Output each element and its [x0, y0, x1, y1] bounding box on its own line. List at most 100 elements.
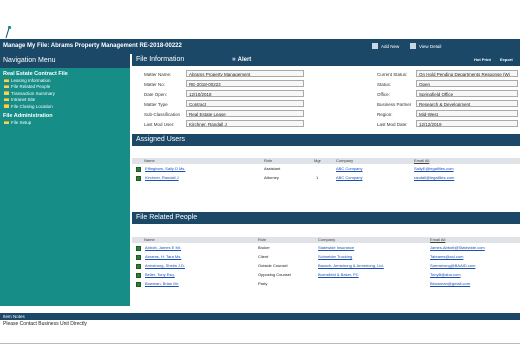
table-row[interactable]: Abbott, James E Mr. Broker Statewide Ins… — [132, 244, 520, 252]
file-information-header: File Information ■ Alert Hot Print Export — [132, 54, 520, 66]
user-mgr: 1 — [316, 175, 319, 180]
view-detail-button[interactable]: View Detail — [410, 39, 441, 54]
person-role: Outside Counsel — [258, 263, 288, 268]
table-row[interactable]: Beller, Tony Esq. Opposing Counsel Burns… — [132, 271, 520, 279]
sub-classification-field[interactable]: Real Estate Lease — [186, 110, 304, 117]
email-link[interactable]: SallyE@legalfiles.com — [414, 165, 454, 173]
matter-type-field[interactable]: Contract — [186, 100, 304, 107]
company-link[interactable]: ABC Company — [336, 174, 362, 182]
field-label: Current Status: — [377, 72, 408, 77]
company-link[interactable]: ABC Company — [336, 165, 362, 173]
company-link[interactable]: Schneider Trucking — [318, 253, 352, 261]
folder-icon — [4, 104, 9, 108]
last-mod-date-field[interactable]: 12/12/2019 — [416, 120, 518, 127]
email-all-link[interactable]: Email All — [430, 237, 445, 243]
row-select-icon[interactable] — [136, 281, 141, 287]
nav-item-label: Transaction Summary — [11, 90, 55, 96]
nav-item-file-setup[interactable]: File Setup — [0, 120, 130, 126]
last-mod-user-field[interactable]: Kirchner, Randall J — [186, 120, 304, 127]
company-link[interactable]: Burnsfield & Baker, PC — [318, 271, 359, 279]
email-link[interactable]: Bbowman@gmail.com — [430, 280, 470, 288]
region-field[interactable]: Mid-West — [416, 110, 518, 117]
row-select-icon[interactable] — [136, 254, 141, 260]
matter-no-field[interactable]: RE-2018-00222 — [186, 80, 304, 87]
row-select-icon[interactable] — [136, 245, 141, 251]
field-label: Date Open: — [144, 92, 168, 97]
folder-icon — [4, 84, 9, 89]
add-new-button[interactable]: Add New — [372, 39, 399, 54]
nav-header: Navigation Menu — [0, 54, 130, 68]
person-role: Opposing Counsel — [258, 272, 291, 277]
company-link[interactable]: Statewide Insurance — [318, 244, 354, 252]
field-label: Office: — [377, 92, 390, 97]
print-button[interactable]: Hot Print — [474, 54, 491, 66]
business-partner-field[interactable]: Research & Development — [416, 100, 518, 107]
table-row[interactable]: Bowman, Brian Mr. Party Bbowman@gmail.co… — [132, 280, 520, 288]
person-role: Broker — [258, 245, 270, 250]
row-select-icon[interactable] — [136, 272, 141, 278]
field-label: Matter Type — [144, 102, 168, 107]
column-header-name: Name — [144, 158, 155, 163]
email-link[interactable]: Sarmstrong@BAAID.com — [430, 262, 475, 270]
person-role: Party — [258, 281, 268, 286]
email-link[interactable]: James.Abbott@Statewide.com — [430, 244, 485, 252]
nav-item-label: File Closing Location — [11, 103, 53, 109]
current-status-field[interactable]: On Hold Pending Departments Response (Wi — [416, 70, 518, 77]
user-role: Attorney — [264, 175, 279, 180]
email-link[interactable]: Tabrams@aol.com — [430, 253, 463, 261]
row-select-icon[interactable] — [136, 263, 141, 269]
item-notes-text: Please Contact Business Unit Directly — [3, 321, 87, 327]
column-header-company: Company — [336, 158, 354, 163]
row-select-icon[interactable] — [136, 166, 141, 172]
field-label: Last Mod Date: — [377, 122, 408, 127]
view-icon — [410, 43, 416, 49]
nav-item-label: Intranet Site — [11, 97, 36, 103]
item-notes-header: Item Notes — [0, 313, 520, 320]
table-row[interactable]: Armstrong, Sheila J.D. Outside Counsel B… — [132, 262, 520, 270]
related-people-column-header: Name Role Company Email All — [132, 237, 520, 243]
person-name-link[interactable]: Beller, Tony Esq. — [145, 271, 175, 279]
nav-section-title: File Administration — [3, 113, 53, 120]
email-all-link[interactable]: Email All — [414, 158, 429, 164]
user-name-link[interactable]: Kirchner, Randall J — [145, 174, 179, 182]
column-header-role: Role — [264, 158, 273, 163]
company-link[interactable]: Bausch, Armstrong & Armstrong, Ltd. — [318, 262, 384, 270]
add-new-label: Add New — [381, 44, 400, 49]
field-label: Region: — [377, 112, 393, 117]
person-role: Client — [258, 254, 269, 259]
user-name-link[interactable]: Effingham, Sally D Ms. — [145, 165, 185, 173]
window-title: Manage My File: Abrams Property Manageme… — [3, 43, 182, 49]
logo-icon — [5, 25, 12, 39]
person-name-link[interactable]: Abrams, H. Tara Ms. — [145, 253, 181, 261]
date-open-field[interactable]: 12/10/2018 — [186, 90, 304, 97]
person-name-link[interactable]: Bowman, Brian Mr. — [145, 280, 179, 288]
table-row[interactable]: Effingham, Sally D Ms. Assistant ABC Com… — [132, 165, 520, 173]
nav-item-label: Leasing Information — [11, 78, 51, 83]
divider — [0, 343, 520, 344]
assigned-users-column-header: Name Role Mgr Company Email All — [132, 158, 520, 164]
column-header-mgr: Mgr — [314, 158, 321, 163]
person-name-link[interactable]: Abbott, James E Mr. — [145, 244, 181, 252]
field-label: Matter No: — [144, 82, 166, 87]
matter-name-field[interactable]: Abrams Property Management — [186, 70, 304, 77]
office-field[interactable]: Springfield Office — [416, 90, 518, 97]
person-name-link[interactable]: Armstrong, Sheila J.D. — [145, 262, 185, 270]
table-row[interactable]: Kirchner, Randall J Attorney 1 ABC Compa… — [132, 174, 520, 182]
logo-strip — [0, 0, 520, 39]
column-header-name: Name — [144, 237, 155, 242]
nav-item-label: File Setup — [11, 120, 32, 126]
table-row[interactable]: Abrams, H. Tara Ms. Client Schneider Tru… — [132, 253, 520, 261]
user-role: Assistant — [264, 166, 281, 171]
column-header-role: Role — [258, 237, 267, 242]
email-link[interactable]: TonyB@aba.com — [430, 271, 461, 279]
nav-item-label: File Related People — [11, 84, 51, 90]
main-content: File Information ■ Alert Hot Print Export… — [132, 54, 520, 306]
section-title: File Related People — [136, 214, 198, 221]
title-bar: Manage My File: Abrams Property Manageme… — [0, 39, 520, 54]
row-select-icon[interactable] — [136, 175, 141, 181]
alert-button[interactable]: ■ Alert — [232, 54, 251, 66]
status-field[interactable]: Open — [416, 80, 518, 87]
field-label: Matter Name: — [144, 72, 172, 77]
export-button[interactable]: Export — [500, 54, 513, 66]
email-link[interactable]: randall@legalfiles.com — [414, 174, 454, 182]
